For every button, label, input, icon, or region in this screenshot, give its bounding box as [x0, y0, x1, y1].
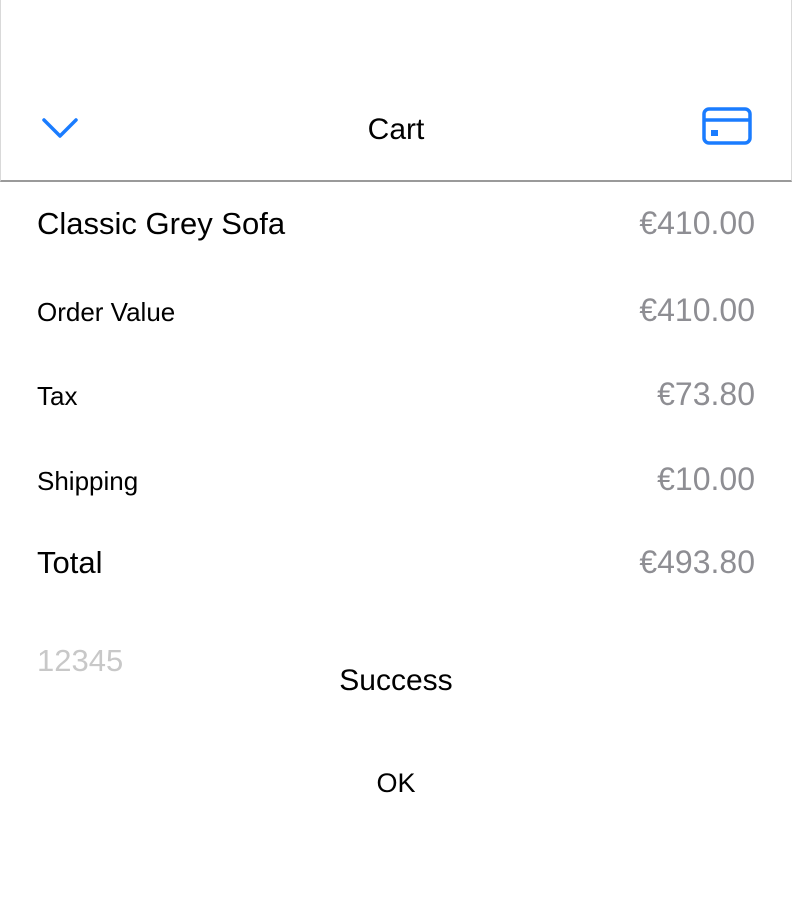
total-amount: €493.80	[639, 544, 755, 580]
shipping-label: Shipping	[37, 466, 139, 496]
total-row: Total €493.80	[37, 544, 755, 581]
cart-item-row: Classic Grey Sofa €410.00	[37, 205, 755, 242]
tax-row: Tax €73.80	[37, 376, 755, 413]
payment-card-button[interactable]	[699, 104, 755, 152]
order-value-amount: €410.00	[639, 292, 755, 328]
nav-header: Cart	[0, 0, 792, 182]
ok-button[interactable]: OK	[346, 760, 446, 806]
page-title: Cart	[367, 113, 425, 146]
tax-amount: €73.80	[657, 376, 755, 412]
alert-title: Success	[339, 664, 453, 697]
order-value-row: Order Value €410.00	[37, 292, 755, 329]
product-name: Classic Grey Sofa	[37, 206, 286, 241]
shipping-amount: €10.00	[657, 461, 755, 497]
tax-label: Tax	[37, 381, 78, 411]
product-price: €410.00	[639, 205, 755, 241]
total-label: Total	[37, 545, 103, 580]
credit-card-icon	[702, 106, 752, 151]
shipping-row: Shipping €10.00	[37, 461, 755, 498]
cart-screen: Cart Classic Grey Sofa €410.00 Order Val…	[0, 0, 792, 902]
order-value-label: Order Value	[37, 297, 176, 327]
